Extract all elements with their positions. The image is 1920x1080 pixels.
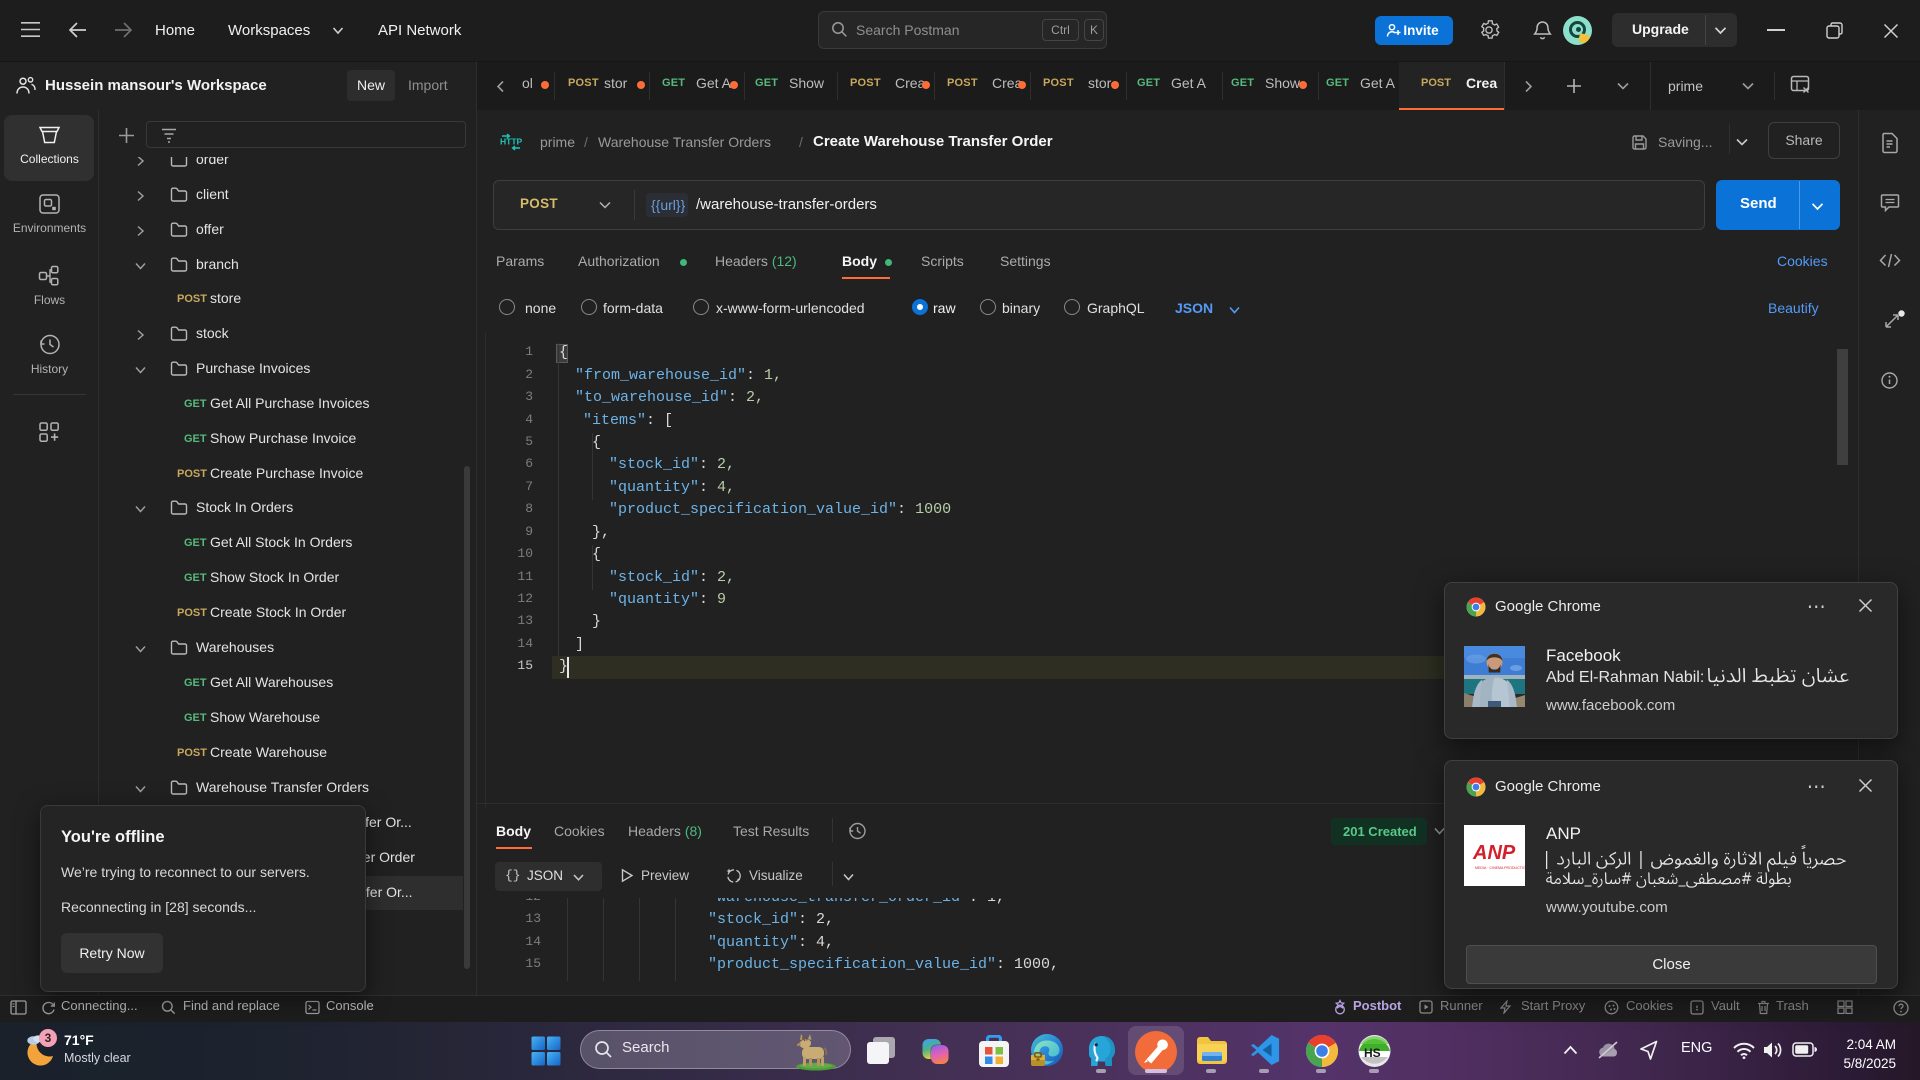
svg-text:HTTP: HTTP [500,137,523,147]
svg-text:MEDIA · CINEMA PRODUCTION: MEDIA · CINEMA PRODUCTION [1475,866,1525,870]
svg-text:ANP: ANP [1472,842,1516,864]
